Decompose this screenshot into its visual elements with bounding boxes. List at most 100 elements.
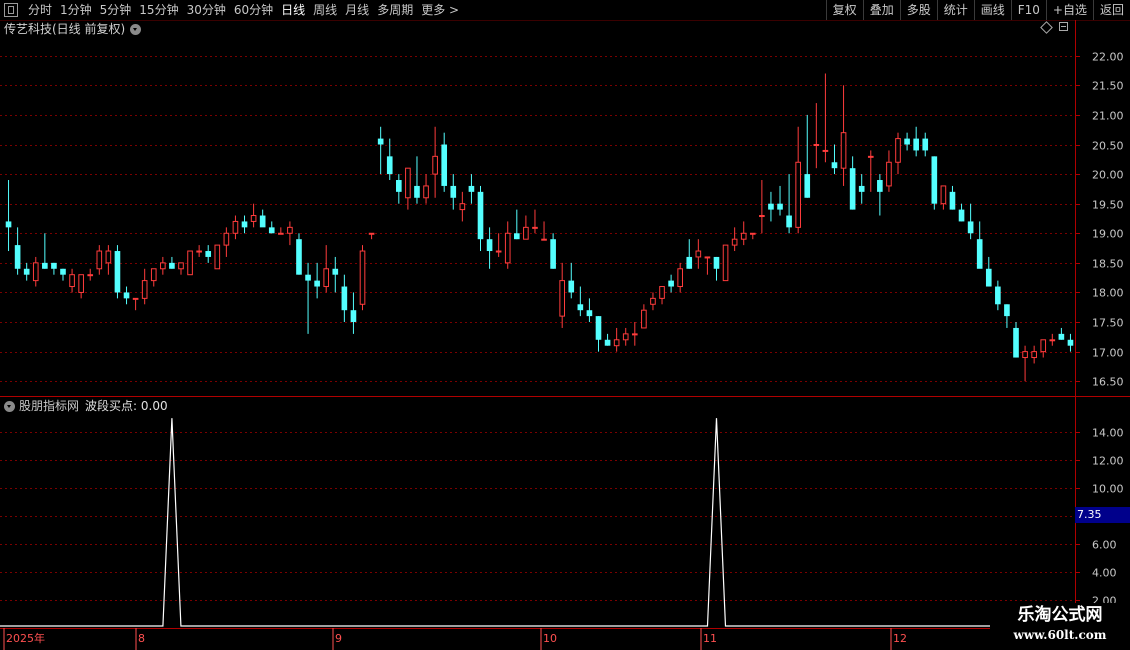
candle-body (268, 227, 275, 234)
candle-body (595, 316, 602, 340)
candle-body (78, 274, 84, 293)
candle-body (341, 286, 348, 311)
candle-body (23, 268, 30, 275)
kline-y-tick-label: 18.00 (1092, 287, 1124, 300)
candle-body (468, 185, 475, 192)
kline-y-tick-label: 17.00 (1092, 347, 1124, 360)
buy-point-line (0, 418, 1130, 627)
candle-body (486, 239, 493, 252)
kline-y-tick-label: 21.00 (1092, 110, 1124, 123)
watermark: 乐淘公式网 www.60lt.com (990, 603, 1130, 650)
candle-body (377, 138, 384, 145)
date-axis-label: 2025年 (6, 631, 45, 645)
candle-body (123, 292, 130, 299)
candle-body (368, 232, 375, 235)
candle-body (160, 262, 166, 270)
indicator-title-bar: 股朋指标网 波段买点: 0.00 (0, 398, 168, 414)
candle-body (450, 185, 457, 198)
kline-chart[interactable]: 16.50 17.00 17.50 18.00 18.50 19.00 19.50 20.00… (0, 0, 1130, 650)
candle-body (958, 209, 965, 222)
kline-y-tick-label: 20.50 (1092, 140, 1124, 153)
candle-body (550, 239, 556, 269)
candle-body (704, 256, 711, 259)
candle-body (42, 262, 48, 269)
indicator-y-tick-label: 4.00 (1092, 567, 1117, 580)
candle-body (14, 245, 21, 269)
candle-body (278, 232, 284, 235)
candle-body (641, 309, 647, 329)
candle-body (132, 297, 139, 300)
candle-body (1013, 327, 1019, 358)
candle-body (985, 268, 992, 287)
candle-body (359, 250, 366, 305)
candle-body (323, 268, 330, 288)
candle-body (513, 233, 520, 240)
candle-body (568, 280, 575, 293)
candle-body (150, 268, 157, 282)
candle-body (586, 310, 593, 317)
candle-body (831, 162, 838, 169)
candle-body (686, 256, 693, 269)
candle-body (141, 280, 148, 299)
candle-body (1004, 304, 1010, 317)
candle-body (713, 256, 720, 269)
candle-body (677, 268, 683, 288)
candle-body (477, 191, 484, 240)
candle-body (749, 232, 756, 235)
candle-body (795, 161, 801, 228)
indicator-value-label: 波段买点: 0.00 (85, 399, 168, 413)
candle-body (396, 180, 402, 192)
candle-body (250, 215, 257, 222)
watermark-url: www.60lt.com (1013, 628, 1107, 642)
candle-body (995, 286, 1001, 305)
candle-body (305, 274, 311, 281)
candle-body (559, 280, 566, 317)
candle-body (895, 138, 901, 163)
date-axis-label: 11 (703, 632, 717, 645)
candle-body (205, 251, 212, 257)
candle-body (922, 138, 929, 151)
candle-body (740, 232, 747, 240)
candle-body (314, 280, 320, 287)
candle-body (822, 149, 829, 152)
candle-body (1031, 351, 1037, 359)
kline-y-tick-label: 20.00 (1092, 169, 1124, 182)
candle-body (695, 250, 702, 258)
indicator-y-tick-label: 6.00 (1092, 539, 1117, 552)
candle-body (613, 339, 620, 347)
date-axis-label: 8 (138, 632, 145, 645)
indicator-name[interactable]: 股朋指标网 (19, 398, 79, 414)
date-axis-label: 12 (893, 632, 907, 645)
kline-y-tick-label: 19.00 (1092, 228, 1124, 241)
candle-body (858, 185, 865, 192)
candle-body (196, 250, 202, 253)
candle-body (296, 239, 302, 275)
candle-body (432, 155, 438, 175)
candle-body (541, 238, 547, 241)
candle-body (840, 132, 847, 169)
candle-body (423, 185, 429, 199)
candle-body (60, 268, 66, 275)
candle-body (495, 250, 502, 253)
candle-body (1049, 339, 1056, 342)
candle-body (804, 174, 811, 198)
candle-body (577, 304, 584, 311)
candle-body (287, 226, 293, 234)
candle-body (786, 215, 792, 228)
candle-body (259, 215, 266, 228)
candle-body (949, 191, 956, 210)
candle-body (187, 250, 193, 276)
candle-body (1067, 339, 1074, 346)
candle-body (886, 161, 892, 187)
candle-body (69, 274, 75, 288)
kline-y-tick-label: 16.50 (1092, 376, 1124, 389)
date-axis-label: 9 (335, 632, 342, 645)
cursor-value-tag: 7.35 (1075, 507, 1130, 523)
date-axis-label: 10 (543, 632, 557, 645)
candle-body (777, 203, 783, 210)
indicator-menu-dropdown-icon[interactable] (4, 400, 15, 412)
candle-body (414, 185, 420, 198)
candle-body (731, 238, 738, 246)
candle-body (759, 215, 765, 218)
candle-body (441, 144, 448, 186)
